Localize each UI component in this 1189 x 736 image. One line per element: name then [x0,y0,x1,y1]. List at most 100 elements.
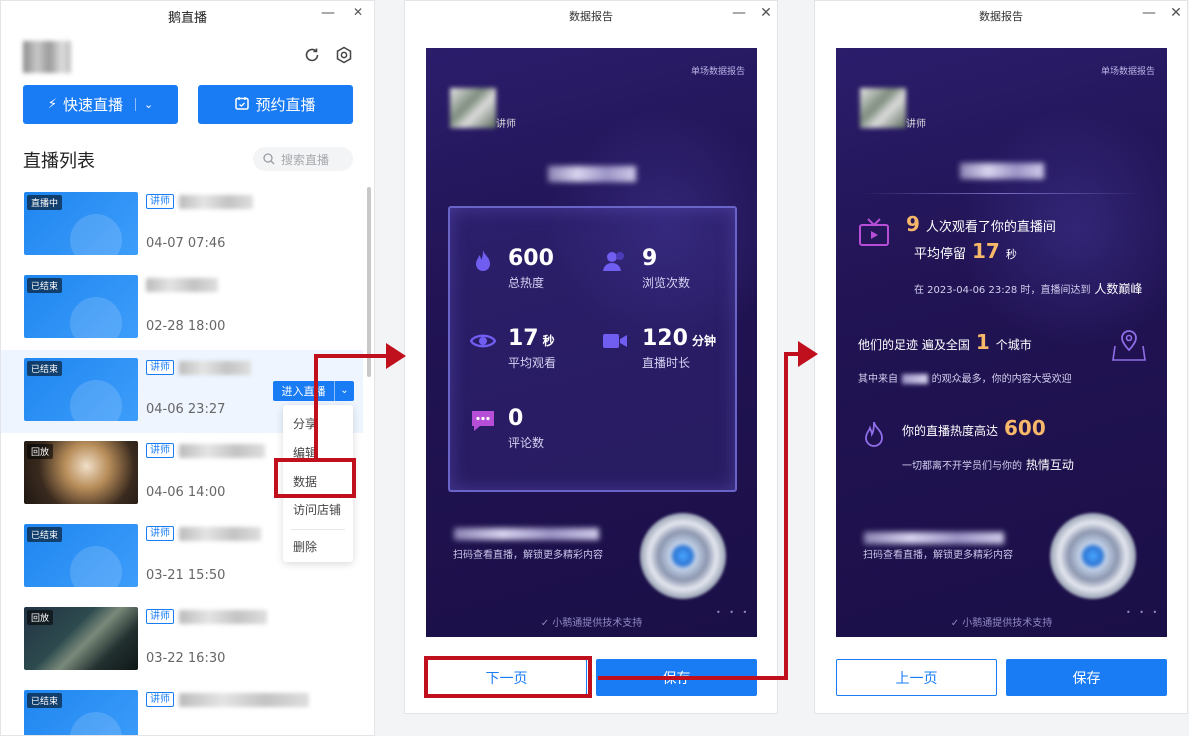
stat-label: 平均观看 [508,356,557,370]
stat-label: 总热度 [508,276,545,290]
save-button[interactable]: 保存 [1006,659,1167,696]
status-badge: 已结束 [27,278,63,293]
stat-comments: 0 评论数 [508,406,544,451]
footprint-prefix: 他们的足迹 遍及全国 [858,338,970,352]
stat-value: 17 [508,326,539,351]
annotation-arrow-head [798,341,818,367]
interaction-label: 热情互动 [1025,458,1074,472]
check-circle-icon: ✓ [540,618,550,629]
search-input[interactable]: 搜索直播 [253,147,353,171]
live-thumbnail[interactable]: 直播中 [24,192,138,255]
lecturer-avatar [860,88,906,128]
close-button[interactable]: ✕ [349,5,367,19]
comment-icon [472,411,494,431]
avg-stay-unit: 秒 [1005,248,1017,261]
annotation-arrow-line [598,676,788,680]
live-thumbnail[interactable]: 回放 [24,441,138,504]
title-bar: 鹅直播 — ✕ [1,1,374,29]
live-date: 02-28 18:00 [146,319,226,334]
stat-label: 直播时长 [642,356,691,370]
minimize-button[interactable]: — [730,5,748,21]
stat-value: 600 [508,246,554,271]
lecturer-badge: 讲师 [146,609,174,624]
viewers-text: 人次观看了你的直播间 [925,220,1056,235]
live-list-item[interactable]: 回放 讲师 03-22 16:30 [1,599,363,682]
lecturer-badge: 讲师 [146,526,174,541]
stat-value: 9 [642,246,658,271]
close-button[interactable]: ✕ [1167,5,1185,21]
most-from-suffix: 的观众最多，你的内容大受欢迎 [931,374,1072,385]
tv-icon [859,218,889,246]
live-list-item[interactable]: 直播中 讲师 04-07 07:46 [1,184,363,267]
qr-code [640,513,726,599]
chevron-down-icon[interactable]: ⌄ [334,381,354,401]
search-placeholder: 搜索直播 [281,152,330,167]
live-date: 03-22 16:30 [146,651,226,666]
title-bar: 数据报告 — ✕ [405,1,777,29]
highlight-data-menu-item [274,458,356,498]
heat-prefix: 你的直播热度高达 [902,424,999,438]
highlight-next-page-button [424,656,592,698]
live-title-blurred [179,693,309,707]
avg-stay-value: 17 [972,239,1000,263]
minimize-button[interactable]: — [319,5,337,21]
live-thumbnail[interactable]: 已结束 [24,275,138,338]
status-badge: 回放 [27,610,54,625]
live-date: 04-06 23:27 [146,402,226,417]
stat-label: 评论数 [508,436,545,450]
lecturer-label: 讲师 [496,119,516,130]
viewers-line: 9 人次观看了你的直播间 [906,212,1056,236]
window-title: 数据报告 [569,10,613,23]
settings-icon[interactable] [333,46,355,68]
eye-icon [470,334,496,348]
live-date: 04-06 14:00 [146,485,226,500]
quick-live-button[interactable]: ⚡ 快速直播 ⌄ [23,85,178,124]
report-type-label: 单场数据报告 [1100,67,1155,77]
stats-panel: 600 总热度 9 浏览次数 17 秒 平均观看 120 分钟 直播时长 0 评论数 [448,206,737,492]
live-list-window: 鹅直播 — ✕ ⚡ 快速直播 ⌄ 预约直播 直播列表 搜索直播 直播中 讲师 0… [0,0,375,736]
city-name-blurred [901,373,928,384]
live-list-item[interactable]: 已结束 02-28 18:00 [1,267,363,350]
stat-duration: 120 分钟 直播时长 [642,326,716,371]
refresh-icon[interactable] [301,46,323,68]
viewers-count: 9 [906,212,920,236]
menu-item-delete[interactable]: 删除 [293,538,317,555]
live-thumbnail[interactable]: 已结束 [24,524,138,587]
live-thumbnail[interactable]: 已结束 [24,358,138,421]
map-pin-icon [1112,330,1146,361]
annotation-arrow-line [784,352,788,680]
prev-page-button[interactable]: 上一页 [836,659,997,696]
lecturer-badge: 讲师 [146,692,174,707]
live-thumbnail[interactable]: 已结束 [24,690,138,735]
peak-label: 人数巅峰 [1094,282,1143,296]
enter-live-label: 进入直播 [281,385,326,398]
stat-value: 120 [642,326,688,351]
schedule-live-button[interactable]: 预约直播 [198,85,353,124]
stat-unit: 秒 [542,334,555,348]
live-list-item[interactable]: 已结束 讲师 [1,682,363,735]
live-title-blurred [179,444,265,458]
live-thumbnail[interactable]: 回放 [24,607,138,670]
stat-label: 浏览次数 [642,276,691,290]
stat-unit: 分钟 [691,334,716,348]
most-from-line: 其中来自 的观众最多，你的内容大受欢迎 [858,370,1072,385]
lightning-icon: ⚡ [47,97,57,112]
scrollbar[interactable] [367,187,371,377]
calendar-icon [235,96,250,114]
most-from-prefix: 其中来自 [858,374,898,385]
schedule-live-label: 预约直播 [255,96,316,114]
report-card: 单场数据报告 讲师 600 总热度 9 浏览次数 17 秒 平均观看 120 分钟 [426,48,757,637]
live-title-blurred [146,278,218,292]
flame-icon [476,250,490,271]
avg-stay-label: 平均停留 [914,247,967,262]
heat-line: 你的直播热度高达 600 [902,416,1052,440]
chevron-down-icon[interactable]: ⌄ [134,98,153,111]
avatar[interactable] [23,41,71,73]
support-label: 小鹅通提供技术支持 [552,618,643,629]
live-title-blurred [179,527,261,541]
minimize-button[interactable]: — [1140,5,1158,21]
status-badge: 回放 [27,444,54,459]
close-button[interactable]: ✕ [757,5,775,21]
video-icon [603,334,627,348]
menu-item-visit-shop[interactable]: 访问店铺 [293,501,341,518]
